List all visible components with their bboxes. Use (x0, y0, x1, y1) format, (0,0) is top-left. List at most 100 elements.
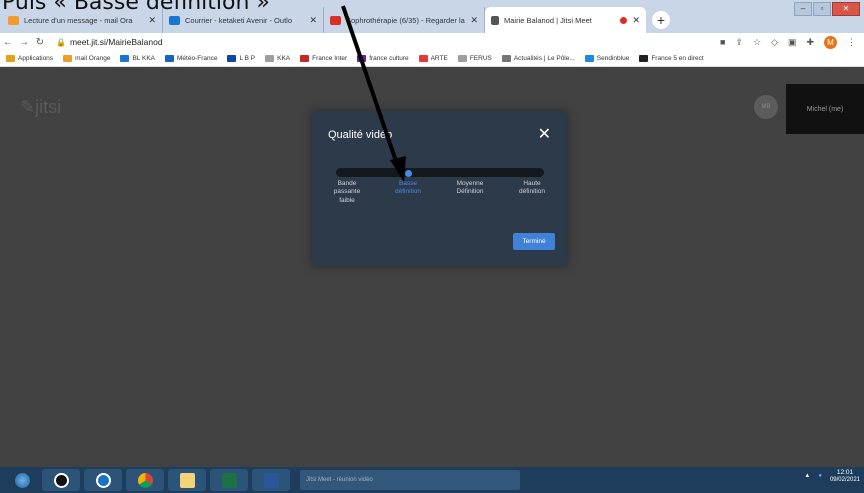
bookmark-item[interactable]: L B P (227, 55, 255, 62)
bookmark-item[interactable]: BL KKA (120, 55, 155, 62)
participant-avatar: MB (754, 95, 778, 119)
quality-level-low-definition[interactable]: Basse définition (383, 180, 433, 197)
taskbar-active-task[interactable]: Jitsi Meet - réunion vidéo (300, 470, 520, 490)
taskbar-chrome[interactable] (126, 469, 164, 491)
minimize-icon[interactable]: – (794, 2, 812, 16)
window-controls: – ▫ ✕ (794, 2, 860, 16)
excel-icon (221, 472, 237, 488)
reload-icon[interactable]: ↻ (32, 37, 48, 48)
start-button[interactable] (6, 469, 38, 491)
close-tab-icon[interactable]: ✕ (470, 15, 478, 26)
extension-icon[interactable]: ◇ (771, 37, 778, 48)
star-icon[interactable]: ☆ (753, 37, 761, 48)
quality-slider-handle[interactable] (405, 170, 412, 177)
bookmark-label: Sendinblue (596, 55, 630, 62)
bookmark-label: france culture (369, 55, 409, 62)
quality-level-labels: Bande passante faible Basse définition M… (312, 180, 567, 220)
taskbar-teamviewer[interactable] (84, 469, 122, 491)
bookmark-icon (6, 55, 15, 62)
close-tab-icon[interactable]: ✕ (309, 15, 317, 26)
bookmark-icon (501, 55, 511, 62)
bookmark-item[interactable]: Météo-France (165, 55, 217, 62)
taskbar-explorer[interactable] (168, 469, 206, 491)
clock-time: 12:01 (836, 469, 854, 476)
network-icon[interactable]: ● (818, 473, 822, 479)
system-tray: ▲ ● 12:01 09/02/2021 (804, 469, 860, 484)
bookmark-item[interactable]: mail Orange (63, 55, 110, 62)
bookmark-icon (265, 55, 275, 62)
taskbar-clock[interactable]: 12:01 09/02/2021 (830, 469, 860, 484)
dialog-title: Qualité vidéo (328, 129, 393, 141)
taskbar-app-1[interactable] (42, 469, 80, 491)
bookmark-label: Applications (18, 55, 54, 62)
jitsi-logo: ✎jitsi (20, 97, 62, 117)
close-dialog-icon[interactable]: ✕ (538, 124, 551, 144)
toolbar-right: ■ ⇪ ☆ ◇ ▣ ✚ M ⋮ (720, 35, 856, 49)
lock-icon: 🔒 (56, 37, 66, 47)
bookmark-label: Actualités | Le Pôle... (513, 55, 575, 62)
tab-label: Mairie Balanod | Jitsi Meet (504, 15, 592, 25)
taskbar-word[interactable] (252, 469, 290, 491)
bookmark-icon (165, 55, 174, 62)
quality-level-standard-definition[interactable]: Moyenne Définition (445, 180, 495, 197)
bookmark-icon (227, 55, 237, 62)
done-button[interactable]: Terminé (513, 233, 555, 250)
teamviewer-icon (95, 472, 111, 488)
bookmark-label: Météo-France (177, 55, 218, 62)
taskbar-excel[interactable] (210, 469, 248, 491)
quality-slider-track[interactable] (336, 168, 544, 177)
forward-icon[interactable]: → (16, 37, 32, 48)
bookmark-label: ARTE (430, 55, 448, 62)
tab-label: Courrier - ketaketi Avenir - Outlo (185, 15, 292, 25)
close-tab-icon[interactable]: ✕ (148, 15, 156, 26)
new-tab-button[interactable]: + (652, 11, 670, 29)
bookmark-icon (418, 55, 428, 62)
profile-avatar[interactable]: M (824, 35, 837, 49)
close-window-icon[interactable]: ✕ (832, 2, 860, 16)
maximize-icon[interactable]: ▫ (813, 2, 831, 16)
url-text: meet.jit.si/MairieBalanod (69, 37, 163, 47)
back-icon[interactable]: ← (0, 37, 16, 48)
tab-sophrotherapie[interactable]: Sophrothérapie (6/35) - Regarder la ✕ (324, 7, 485, 33)
bookmark-label: FERUS (469, 55, 492, 62)
menu-icon[interactable]: ⋮ (847, 37, 856, 48)
bookmark-item[interactable]: Sendinblue (584, 55, 630, 62)
bookmark-label: L B P (239, 55, 256, 62)
camera-icon[interactable]: ■ (720, 37, 725, 47)
bookmark-item[interactable]: Applications (6, 55, 53, 62)
bookmark-label: mail Orange (75, 55, 111, 62)
close-tab-icon[interactable]: ✕ (632, 15, 640, 26)
tray-expand-icon[interactable]: ▲ (804, 473, 810, 479)
bookmark-item[interactable]: france culture (357, 55, 409, 62)
word-icon (263, 472, 279, 488)
quality-level-high-definition[interactable]: Haute définition (507, 180, 557, 197)
tab-jitsi[interactable]: Mairie Balanod | Jitsi Meet ✕ (485, 7, 646, 33)
bookmark-item[interactable]: France 5 en direct (639, 55, 704, 62)
address-bar: ← → ↻ 🔒 meet.jit.si/MairieBalanod ■ ⇪ ☆ … (0, 33, 864, 51)
participant-name: Michel (me) (806, 105, 844, 113)
bookmark-item[interactable]: France Inter (300, 55, 347, 62)
bookmark-icon (63, 55, 73, 62)
bookmark-item[interactable]: KKA (265, 55, 290, 62)
bookmark-item[interactable]: Actualités | Le Pôle... (501, 55, 575, 62)
bookmark-label: France 5 en direct (651, 55, 704, 62)
tab-label: Sophrothérapie (6/35) - Regarder la (346, 15, 465, 25)
quality-level-low-bandwidth[interactable]: Bande passante faible (322, 180, 372, 205)
puzzle-icon[interactable]: ✚ (806, 37, 814, 48)
local-video-tile[interactable]: Michel (me) (786, 84, 864, 134)
mail-orange-icon (8, 15, 19, 25)
bookmark-item[interactable]: FERUS (457, 55, 492, 62)
tab-label: Lecture d'un message - mail Ora (24, 15, 133, 25)
chrome-icon (137, 472, 153, 488)
share-icon[interactable]: ⇪ (735, 37, 743, 48)
screenshot-icon[interactable]: ▣ (788, 37, 797, 48)
url-field[interactable]: 🔒 meet.jit.si/MairieBalanod (56, 37, 163, 47)
recording-indicator-icon (620, 16, 628, 24)
bookmark-label: KKA (277, 55, 291, 62)
folder-icon (179, 472, 195, 488)
bookmark-item[interactable]: ARTE (418, 55, 448, 62)
jitsi-icon (491, 15, 499, 25)
video-site-icon (330, 15, 341, 25)
bookmark-icon (457, 55, 467, 62)
clock-date: 09/02/2021 (829, 476, 860, 483)
